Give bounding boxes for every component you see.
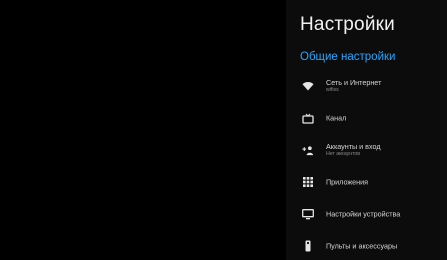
- tv-icon: [302, 112, 314, 124]
- menu-item-accounts[interactable]: Аккаунты и вход Нет аккаунтов: [286, 136, 447, 164]
- menu-item-sublabel: Нет аккаунтов: [326, 151, 361, 157]
- menu-item-sublabel: wifiss: [326, 87, 339, 93]
- menu-item-label: Настройки устройства: [326, 209, 401, 219]
- menu-item-channel[interactable]: Канал: [286, 104, 447, 132]
- tv-screen: Настройки Общие настройки Сеть и Интерне…: [0, 0, 447, 260]
- menu-item-apps[interactable]: Приложения: [286, 168, 447, 196]
- menu-item-label: Приложения: [326, 177, 369, 187]
- wifi-icon: [302, 80, 314, 92]
- settings-panel: Настройки Общие настройки Сеть и Интерне…: [286, 0, 447, 260]
- add-account-icon: [302, 144, 314, 156]
- page-title: Настройки: [300, 14, 395, 35]
- menu-item-remotes[interactable]: Пульты и аксессуары: [286, 232, 447, 260]
- menu-item-label: Аккаунты и вход: [326, 142, 381, 151]
- menu-item-device-settings[interactable]: Настройки устройства: [286, 200, 447, 228]
- remote-icon: [302, 240, 314, 252]
- menu-item-label: Канал: [326, 113, 347, 123]
- menu-item-label: Пульты и аксессуары: [326, 241, 398, 251]
- apps-grid-icon: [302, 176, 314, 188]
- monitor-icon: [302, 208, 314, 220]
- menu-item-network[interactable]: Сеть и Интернет wifiss: [286, 72, 447, 100]
- section-general-settings: Общие настройки: [300, 51, 396, 63]
- menu-item-label: Сеть и Интернет: [326, 78, 382, 87]
- background-content: [0, 0, 286, 260]
